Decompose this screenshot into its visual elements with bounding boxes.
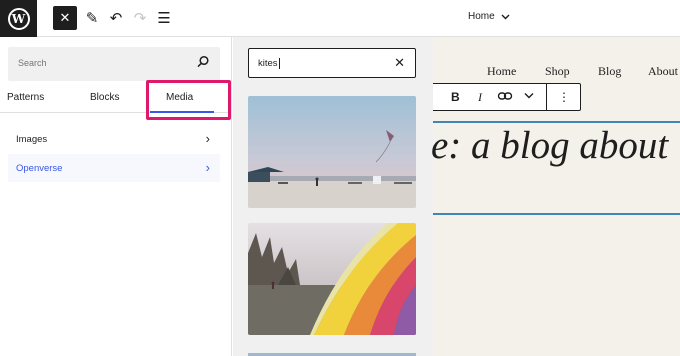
chevron-right-icon: › — [205, 131, 210, 146]
category-label: Openverse — [16, 162, 63, 174]
chevron-right-icon: › — [205, 160, 210, 175]
wordpress-icon: W — [7, 7, 30, 30]
media-result-rainbow-kite[interactable] — [248, 223, 416, 335]
pen-icon[interactable]: ✎ — [80, 6, 104, 30]
inserter-sidebar: Search Patterns Blocks Media Images › Op… — [0, 37, 232, 356]
beach-kite-photo-icon — [248, 96, 416, 208]
top-toolbar: W ✕ ✎ ↶ ↷ ☰ Home — [0, 0, 680, 37]
bold-button[interactable]: B — [451, 90, 460, 104]
toolbar-divider — [546, 84, 547, 110]
rainbow-kite-photo-icon — [248, 223, 416, 335]
media-results-panel: kites ✕ — [233, 37, 433, 356]
search-input[interactable]: Search — [8, 47, 220, 81]
close-inserter-button[interactable]: ✕ — [53, 6, 77, 30]
wordpress-logo-button[interactable]: W — [0, 0, 37, 37]
link-icon[interactable] — [497, 88, 513, 107]
media-search-value: kites — [258, 58, 280, 70]
nav-shop[interactable]: Shop — [545, 64, 570, 79]
tab-patterns[interactable]: Patterns — [7, 92, 44, 103]
heading-block[interactable]: e: a blog about — [431, 121, 680, 215]
block-options-icon[interactable]: ⋮ — [558, 90, 570, 104]
italic-button[interactable]: I — [478, 90, 482, 105]
category-label: Images — [16, 133, 48, 145]
clear-search-icon[interactable]: ✕ — [394, 55, 405, 71]
nav-blog[interactable]: Blog — [598, 64, 621, 79]
nav-home[interactable]: Home — [487, 64, 516, 79]
heading-text[interactable]: e: a blog about — [431, 123, 668, 168]
media-tab-highlight — [146, 80, 231, 120]
category-openverse[interactable]: Openverse › — [8, 154, 220, 182]
undo-icon[interactable]: ↶ — [104, 6, 128, 30]
chevron-down-icon — [501, 12, 510, 22]
document-title: Home — [468, 11, 495, 22]
tab-blocks[interactable]: Blocks — [90, 92, 119, 103]
more-options-chevron-icon[interactable] — [524, 91, 534, 102]
media-result-partial[interactable] — [248, 350, 416, 356]
search-icon — [196, 55, 210, 69]
document-overview-icon[interactable]: ☰ — [152, 6, 176, 30]
document-title-dropdown[interactable]: Home — [468, 11, 510, 22]
category-images[interactable]: Images › — [8, 125, 220, 153]
media-result-beach-kite[interactable] — [248, 96, 416, 208]
redo-icon[interactable]: ↷ — [128, 6, 152, 30]
media-search-input[interactable]: kites ✕ — [248, 48, 416, 78]
block-toolbar: B I ⋮ — [433, 83, 581, 111]
nav-about[interactable]: About — [648, 64, 678, 79]
search-placeholder: Search — [18, 58, 47, 68]
editor-canvas: Home Shop Blog About B I ⋮ e: a blog abo… — [431, 37, 680, 356]
